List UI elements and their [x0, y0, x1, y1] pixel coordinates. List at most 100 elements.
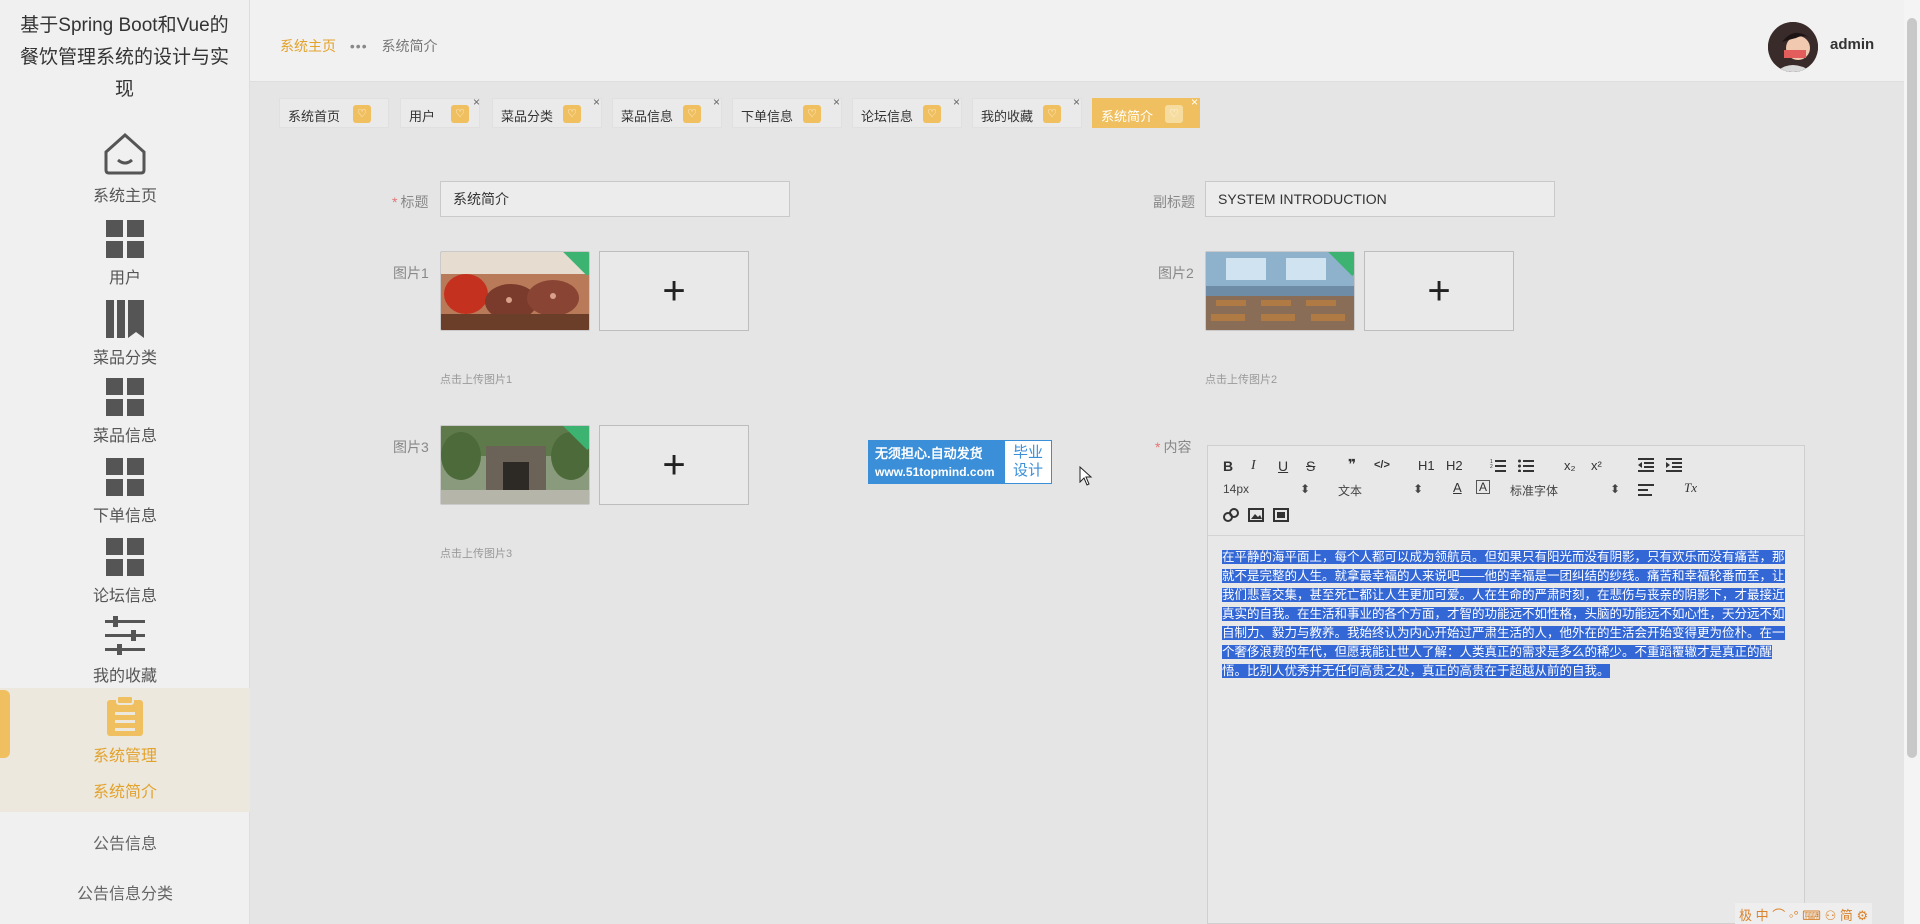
sidebar-item-favorites[interactable]: 我的收藏	[0, 616, 250, 686]
sidebar-item-order-info[interactable]: 下单信息	[0, 458, 250, 526]
ime-status-bar[interactable]: 极 中 ⌒ ◦° ⌨ ⚇ 简 ⚙	[1735, 903, 1873, 924]
submenu-item-system-intro[interactable]: 系统简介	[0, 778, 250, 802]
font-family-select[interactable]: 标准字体	[1510, 482, 1558, 499]
rich-text-editor[interactable]: B I U S ❞ </> H1 H2 12 x₂ x² 14px ⬍ 文本 ⬍…	[1207, 445, 1805, 924]
tab-favorites[interactable]: 我的收藏 ♡ ×	[972, 95, 1082, 128]
sidebar-item-dish-category[interactable]: 菜品分类	[0, 300, 250, 368]
chevron-updown-icon[interactable]: ⬍	[1610, 482, 1620, 496]
pic2-upload-button[interactable]: +	[1364, 251, 1514, 331]
sidebar: 基于Spring Boot和Vue的餐饮管理系统的设计与实现 系统主页 用户 菜…	[0, 0, 250, 924]
tab-label: 菜品信息	[621, 109, 674, 124]
clear-format-button[interactable]: Tx	[1684, 480, 1697, 496]
sausage-image	[441, 252, 589, 330]
strike-button[interactable]: S	[1306, 458, 1315, 474]
submenu-item-announcement-category[interactable]: 公告信息分类	[0, 880, 250, 904]
bold-button[interactable]: B	[1223, 458, 1233, 474]
tab-order-info[interactable]: 下单信息 ♡ ×	[732, 95, 842, 128]
sidebar-item-label: 系统主页	[92, 188, 157, 205]
code-button[interactable]: </>	[1374, 459, 1390, 471]
content-label: * 内容	[1155, 439, 1192, 455]
h1-button[interactable]: H1	[1418, 458, 1435, 473]
pic3-upload-button[interactable]: +	[599, 425, 749, 505]
close-icon[interactable]: ×	[953, 95, 960, 109]
breadcrumb: 系统主页 ••• 系统简介	[280, 36, 438, 56]
watermark-banner: 无须担心.自动发货 www.51topmind.com 毕业 设计	[868, 440, 1052, 484]
book-icon	[106, 300, 144, 338]
tab-home[interactable]: 系统首页 ♡	[279, 98, 389, 128]
close-icon[interactable]: ×	[593, 95, 600, 109]
bullet-list-icon[interactable]	[1518, 458, 1534, 472]
home-icon	[104, 132, 146, 175]
italic-button[interactable]: I	[1251, 458, 1256, 474]
sidebar-item-label: 下单信息	[92, 508, 157, 525]
heart-icon: ♡	[683, 105, 701, 123]
grid-icon	[106, 458, 144, 496]
superscript-button[interactable]: x²	[1591, 458, 1602, 473]
top-header: 系统主页 ••• 系统简介 admin	[250, 0, 1920, 82]
mouse-cursor-icon	[1079, 466, 1093, 486]
pic1-upload-button[interactable]: +	[599, 251, 749, 331]
page-scrollbar[interactable]	[1904, 0, 1920, 924]
subtitle-input[interactable]	[1205, 181, 1555, 217]
link-icon[interactable]	[1223, 508, 1239, 522]
sidebar-item-label: 系统管理	[92, 748, 157, 765]
close-icon[interactable]: ×	[1073, 95, 1080, 109]
video-icon[interactable]	[1273, 508, 1289, 522]
tab-dish-category[interactable]: 菜品分类 ♡ ×	[492, 95, 602, 128]
pic2-thumbnail[interactable]	[1205, 251, 1355, 331]
ordered-list-icon[interactable]: 12	[1490, 458, 1506, 472]
submenu-item-announcements[interactable]: 公告信息	[0, 830, 250, 854]
sidebar-item-label: 用户	[108, 270, 141, 287]
title-input[interactable]	[440, 181, 790, 217]
pic3-label: 图片3	[393, 439, 429, 455]
watermark-right: 毕业 设计	[1012, 444, 1043, 479]
close-icon[interactable]: ×	[713, 95, 720, 109]
font-size-select[interactable]: 14px	[1223, 482, 1249, 496]
svg-text:2: 2	[1490, 464, 1493, 470]
tab-forum-info[interactable]: 论坛信息 ♡ ×	[852, 95, 962, 128]
sidebar-item-dish-info[interactable]: 菜品信息	[0, 378, 250, 446]
close-icon[interactable]: ×	[473, 95, 480, 109]
editor-content[interactable]: 在平静的海平面上，每个人都可以成为领航员。但如果只有阳光而没有阴影，只有欢乐而没…	[1222, 548, 1792, 681]
image-icon[interactable]	[1248, 508, 1264, 522]
chevron-updown-icon[interactable]: ⬍	[1413, 482, 1423, 496]
tab-system-intro[interactable]: 系统简介 ♡ ×	[1092, 95, 1200, 128]
pic3-hint: 点击上传图片3	[440, 548, 513, 560]
close-icon[interactable]: ×	[1191, 95, 1198, 109]
breadcrumb-home[interactable]: 系统主页	[280, 38, 336, 54]
sliders-icon	[105, 616, 145, 655]
tab-users[interactable]: 用户 ♡ ×	[400, 95, 480, 128]
tab-dish-info[interactable]: 菜品信息 ♡ ×	[612, 95, 722, 128]
close-icon[interactable]: ×	[833, 95, 840, 109]
avatar[interactable]	[1768, 22, 1818, 72]
system-title: 基于Spring Boot和Vue的餐饮管理系统的设计与实现	[19, 15, 229, 100]
tab-label: 我的收藏	[981, 109, 1034, 124]
subscript-button[interactable]: x₂	[1564, 458, 1576, 473]
h2-button[interactable]: H2	[1446, 458, 1463, 473]
scrollbar-thumb[interactable]	[1907, 18, 1917, 758]
underline-button[interactable]: U	[1278, 458, 1288, 474]
sidebar-item-users[interactable]: 用户	[0, 220, 250, 288]
font-color-icon[interactable]: A	[1453, 480, 1462, 495]
username[interactable]: admin	[1830, 36, 1874, 53]
text-style-select[interactable]: 文本	[1338, 482, 1362, 499]
pic2-label: 图片2	[1158, 265, 1194, 281]
chevron-updown-icon[interactable]: ⬍	[1300, 482, 1310, 496]
quote-button[interactable]: ❞	[1348, 456, 1356, 473]
heart-icon: ♡	[353, 105, 371, 123]
tab-label: 菜品分类	[501, 109, 554, 124]
background-color-icon[interactable]: A	[1476, 480, 1491, 494]
pic1-label: 图片1	[393, 265, 429, 281]
building-image	[441, 426, 589, 504]
breadcrumb-current: 系统简介	[381, 38, 438, 54]
heart-icon: ♡	[923, 105, 941, 123]
align-icon[interactable]	[1638, 484, 1654, 496]
watermark-left: 无须担心.自动发货 www.51topmind.com	[869, 441, 1005, 483]
sidebar-item-label: 菜品分类	[92, 350, 157, 367]
sidebar-item-home[interactable]: 系统主页	[0, 130, 250, 206]
pic1-thumbnail[interactable]	[440, 251, 590, 331]
outdent-icon[interactable]	[1638, 458, 1654, 472]
sidebar-item-forum-info[interactable]: 论坛信息	[0, 538, 250, 606]
indent-icon[interactable]	[1666, 458, 1682, 472]
pic3-thumbnail[interactable]	[440, 425, 590, 505]
